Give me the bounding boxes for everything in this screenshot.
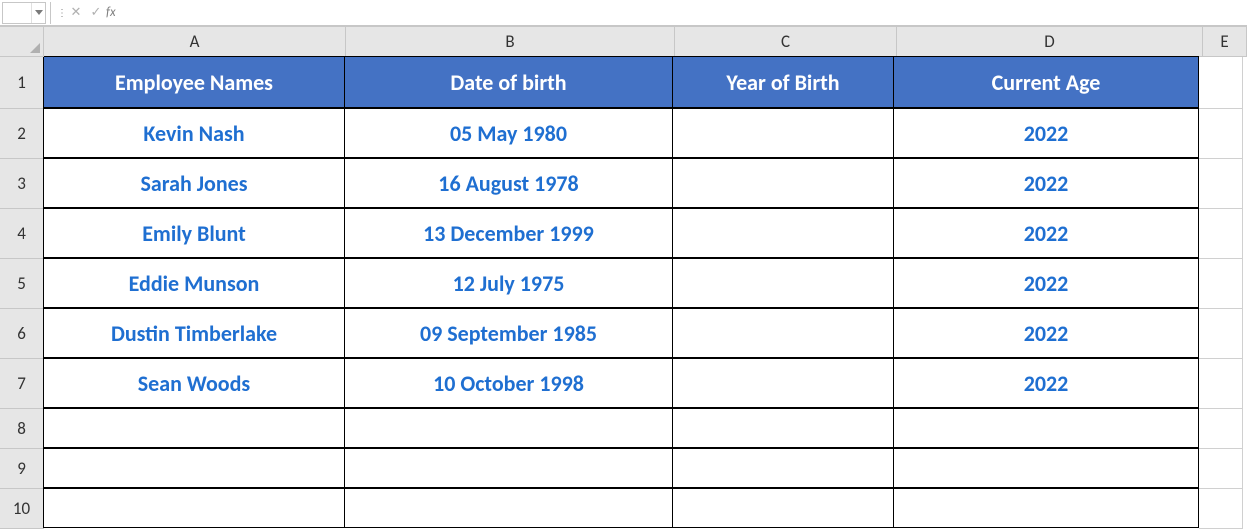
- row-header-8[interactable]: 8: [0, 409, 44, 449]
- cell-D6[interactable]: 2022: [893, 308, 1199, 358]
- cell-C4[interactable]: [672, 208, 894, 258]
- cell-E4[interactable]: [1199, 209, 1243, 259]
- formula-bar: ⋮ ✕ ✓ fx: [0, 0, 1247, 26]
- cell-E10[interactable]: [1199, 489, 1243, 529]
- cell-E1[interactable]: [1199, 57, 1243, 109]
- row-header-6[interactable]: 6: [0, 309, 44, 359]
- cell-D1[interactable]: Current Age: [893, 56, 1199, 108]
- cell-B9[interactable]: [344, 448, 673, 488]
- cell-C7[interactable]: [672, 358, 894, 408]
- col-header-A[interactable]: A: [44, 27, 346, 57]
- cell-E6[interactable]: [1199, 309, 1243, 359]
- cell-A8[interactable]: [43, 408, 345, 448]
- cell-E5[interactable]: [1199, 259, 1243, 309]
- fx-icon[interactable]: fx: [106, 5, 130, 20]
- name-box-dropdown-icon[interactable]: [31, 3, 45, 23]
- cell-A10[interactable]: [43, 488, 345, 528]
- col-header-B[interactable]: B: [346, 27, 675, 57]
- row-header-3[interactable]: 3: [0, 159, 44, 209]
- cell-B4[interactable]: 13 December 1999: [344, 208, 673, 258]
- cell-A2[interactable]: Kevin Nash: [43, 108, 345, 158]
- spreadsheet-grid: A B C D E 1 Employee Names Date of birth…: [0, 26, 1247, 529]
- cell-A6[interactable]: Dustin Timberlake: [43, 308, 345, 358]
- cell-C9[interactable]: [672, 448, 894, 488]
- cell-B1[interactable]: Date of birth: [344, 56, 673, 108]
- cell-C1[interactable]: Year of Birth: [672, 56, 894, 108]
- cell-B10[interactable]: [344, 488, 673, 528]
- cell-D2[interactable]: 2022: [893, 108, 1199, 158]
- formula-input[interactable]: [130, 2, 1247, 24]
- cell-B7[interactable]: 10 October 1998: [344, 358, 673, 408]
- cell-B8[interactable]: [344, 408, 673, 448]
- drag-handle-icon: ⋮: [57, 6, 66, 19]
- row-header-2[interactable]: 2: [0, 109, 44, 159]
- cell-D10[interactable]: [893, 488, 1199, 528]
- cell-C2[interactable]: [672, 108, 894, 158]
- row-header-10[interactable]: 10: [0, 489, 44, 529]
- cell-C10[interactable]: [672, 488, 894, 528]
- row-header-4[interactable]: 4: [0, 209, 44, 259]
- enter-icon[interactable]: ✓: [86, 5, 106, 20]
- cell-A9[interactable]: [43, 448, 345, 488]
- col-header-E[interactable]: E: [1203, 27, 1247, 57]
- col-header-C[interactable]: C: [675, 27, 897, 57]
- cell-E8[interactable]: [1199, 409, 1243, 449]
- cell-C3[interactable]: [672, 158, 894, 208]
- cell-B5[interactable]: 12 July 1975: [344, 258, 673, 308]
- cell-E7[interactable]: [1199, 359, 1243, 409]
- cell-D9[interactable]: [893, 448, 1199, 488]
- row-header-9[interactable]: 9: [0, 449, 44, 489]
- cell-A4[interactable]: Emily Blunt: [43, 208, 345, 258]
- cell-B6[interactable]: 09 September 1985: [344, 308, 673, 358]
- column-headers: A B C D E: [44, 27, 1247, 57]
- cell-B3[interactable]: 16 August 1978: [344, 158, 673, 208]
- col-header-D[interactable]: D: [897, 27, 1203, 57]
- cell-D5[interactable]: 2022: [893, 258, 1199, 308]
- row-header-7[interactable]: 7: [0, 359, 44, 409]
- cell-C8[interactable]: [672, 408, 894, 448]
- cell-E3[interactable]: [1199, 159, 1243, 209]
- cancel-icon[interactable]: ✕: [66, 5, 86, 20]
- name-box[interactable]: [2, 2, 46, 24]
- row-header-1[interactable]: 1: [0, 57, 44, 109]
- cell-B2[interactable]: 05 May 1980: [344, 108, 673, 158]
- cell-E9[interactable]: [1199, 449, 1243, 489]
- cell-A5[interactable]: Eddie Munson: [43, 258, 345, 308]
- cell-D8[interactable]: [893, 408, 1199, 448]
- separator: [50, 2, 51, 24]
- cell-A1[interactable]: Employee Names: [43, 56, 345, 108]
- cell-A7[interactable]: Sean Woods: [43, 358, 345, 408]
- cell-A3[interactable]: Sarah Jones: [43, 158, 345, 208]
- cell-D4[interactable]: 2022: [893, 208, 1199, 258]
- cell-C5[interactable]: [672, 258, 894, 308]
- cell-D3[interactable]: 2022: [893, 158, 1199, 208]
- cell-E2[interactable]: [1199, 109, 1243, 159]
- cell-D7[interactable]: 2022: [893, 358, 1199, 408]
- select-all-corner[interactable]: [0, 27, 44, 57]
- row-header-5[interactable]: 5: [0, 259, 44, 309]
- cell-C6[interactable]: [672, 308, 894, 358]
